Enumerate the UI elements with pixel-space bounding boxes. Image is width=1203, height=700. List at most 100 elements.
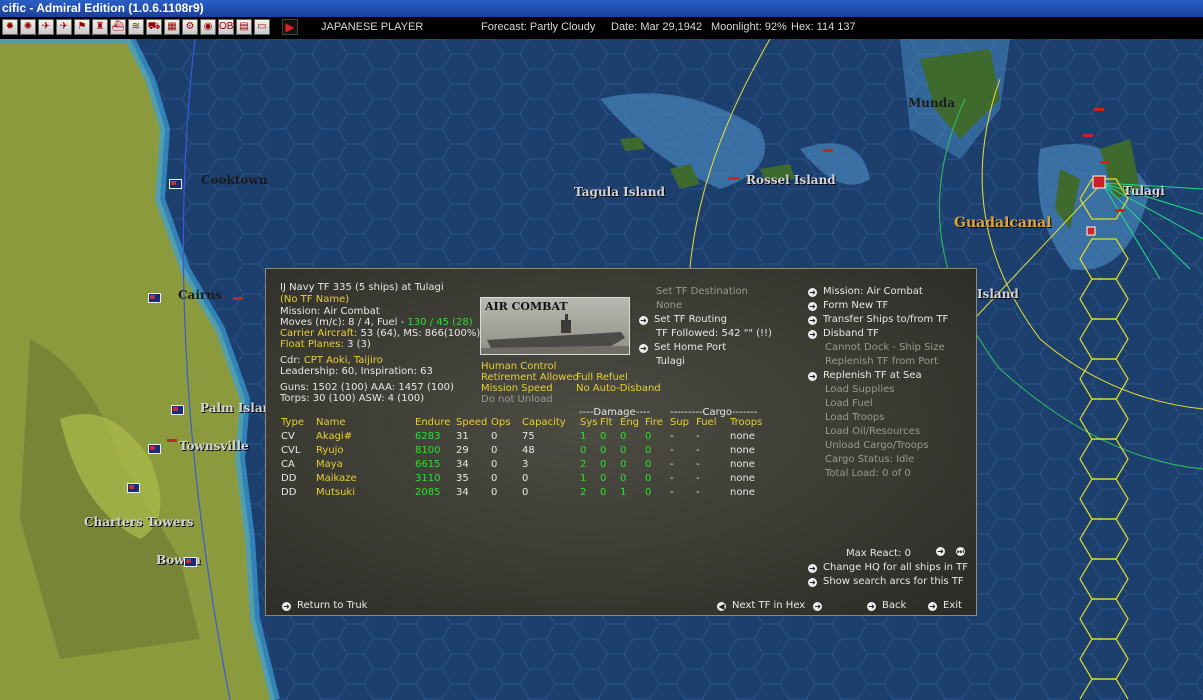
table-cell-eng: 0 xyxy=(620,459,627,470)
column-header: Ops xyxy=(491,417,511,428)
table-cell-name[interactable]: Mutsuki xyxy=(316,486,355,499)
return-label: Return to Truk xyxy=(297,600,368,611)
sub-icon[interactable]: ≋ xyxy=(128,19,144,35)
action-label: Total Load: 0 of 0 xyxy=(825,468,911,479)
table-cell-name[interactable]: Ryujo xyxy=(316,444,344,457)
table-cell-troops: none xyxy=(730,487,755,498)
table-cell-sup: - xyxy=(670,487,674,498)
gear-icon[interactable]: ⚙ xyxy=(182,19,198,35)
chart-icon[interactable]: ▤ xyxy=(236,19,252,35)
tf-followed: TF Followed: 542 "" (!!) xyxy=(656,328,772,339)
action-item[interactable]: ➜ Disband TF xyxy=(808,327,879,340)
map-label-cairns: Cairns xyxy=(178,288,222,302)
arrow-right-icon: ➜ xyxy=(639,344,648,353)
table-cell-name[interactable]: Maikaze xyxy=(316,472,357,485)
base-flag-icon[interactable] xyxy=(127,483,140,493)
orders-icon[interactable]: OB xyxy=(218,19,234,35)
play-turn-icon[interactable]: ▶ xyxy=(282,19,298,35)
map-label-tulagi: Tulagi xyxy=(1123,184,1165,198)
set-routing-button[interactable]: ➜ Set TF Routing xyxy=(639,313,727,326)
table-cell-fuel: - xyxy=(696,445,700,456)
table-cell-name[interactable]: Maya xyxy=(316,458,343,471)
table-cell-endure: 3110 xyxy=(415,473,441,484)
table-cell-ops: 0 xyxy=(491,431,498,442)
base-flag-icon[interactable] xyxy=(184,557,197,567)
window-title: cific - Admiral Edition (1.0.6.1108r9) xyxy=(0,0,1203,17)
column-header: Fire xyxy=(645,417,663,428)
column-header: Speed xyxy=(456,417,488,428)
globe-icon[interactable]: ◉ xyxy=(200,19,216,35)
ground-icon[interactable]: ⚑ xyxy=(74,19,90,35)
action-item: Load Supplies xyxy=(825,383,894,396)
arrow-right-icon[interactable]: ➜ xyxy=(936,547,945,556)
table-cell-eng: 0 xyxy=(620,445,627,456)
action-item[interactable]: ➜ Form New TF xyxy=(808,299,888,312)
table-cell-sys: 1 xyxy=(580,473,587,484)
table-cell-eng: 0 xyxy=(620,473,627,484)
fast-forward-icon[interactable]: ⏭ xyxy=(956,547,965,556)
back-label: Back xyxy=(882,600,907,611)
table-cell-type: DD xyxy=(281,487,297,498)
show-search-arcs-button[interactable]: ➜ Show search arcs for this TF xyxy=(808,575,964,588)
tf-leadership: Leadership: 60, Inspiration: 63 xyxy=(280,366,433,377)
back-button[interactable]: ➜ Back xyxy=(867,599,906,612)
arrow-right-icon: ➜ xyxy=(808,372,817,381)
arrow-right-icon: ➜ xyxy=(808,578,817,587)
action-label: Form New TF xyxy=(823,300,889,311)
do-not-unload-label[interactable]: Do not Unload xyxy=(481,393,553,406)
action-item[interactable]: ➜ Transfer Ships to/from TF xyxy=(808,313,948,326)
sun-icon[interactable]: ✺ xyxy=(20,19,36,35)
convoy-icon[interactable]: ⛟ xyxy=(146,19,162,35)
table-cell-troops: none xyxy=(730,445,755,456)
no-auto-disband-label[interactable]: No Auto-Disband xyxy=(576,382,661,395)
column-header: Name xyxy=(316,417,346,428)
table-cell-sup: - xyxy=(670,473,674,484)
base-flag-icon[interactable] xyxy=(148,444,161,454)
next-tf-label: Next TF in Hex xyxy=(732,600,806,611)
action-item: Load Troops xyxy=(825,411,885,424)
unit-icon[interactable]: ♜ xyxy=(92,19,108,35)
table-cell-capacity: 3 xyxy=(522,459,529,470)
carrier-image-icon xyxy=(481,314,629,354)
table-cell-capacity: 0 xyxy=(522,487,529,498)
action-label: Load Troops xyxy=(825,412,885,423)
arrow-right-icon: ➜ xyxy=(808,564,817,573)
exit-button[interactable]: ➜ Exit xyxy=(928,599,962,612)
table-cell-flt: 0 xyxy=(600,445,607,456)
table-cell-sys: 0 xyxy=(580,445,587,456)
return-button[interactable]: ➜ Return to Truk xyxy=(282,599,367,612)
mission-photo: AIR COMBAT xyxy=(480,297,630,355)
action-label: Load Supplies xyxy=(825,384,895,395)
base-icon[interactable]: ▦ xyxy=(164,19,180,35)
table-cell-speed: 34 xyxy=(456,487,469,498)
destination-value: None xyxy=(656,300,683,311)
set-destination-label: Set TF Destination xyxy=(656,286,749,297)
table-cell-ops: 0 xyxy=(491,445,498,456)
table-cell-name[interactable]: Akagi# xyxy=(316,430,352,443)
window-icon[interactable]: ▭ xyxy=(254,19,270,35)
next-tf-button[interactable]: ◀ Next TF in Hex ➜ xyxy=(717,599,828,612)
carrier-aircraft-value: 53 (64), MS: 866(100%) xyxy=(357,328,481,339)
table-cell-sup: - xyxy=(670,445,674,456)
date-label: Date: Mar 29,1942 xyxy=(611,21,703,33)
action-label: Cannot Dock - Ship Size xyxy=(825,342,945,353)
action-item[interactable]: ➜ Mission: Air Combat xyxy=(808,285,923,298)
action-label: Mission: Air Combat xyxy=(823,286,923,297)
jap-flag-icon[interactable]: ✹ xyxy=(2,19,18,35)
base-flag-icon[interactable] xyxy=(171,405,184,415)
plane-icon[interactable]: ✈ xyxy=(56,19,72,35)
action-item: Replenish TF from Port xyxy=(825,355,938,368)
base-flag-icon[interactable] xyxy=(148,293,161,303)
aircraft-icon[interactable]: ✈ xyxy=(38,19,54,35)
action-item[interactable]: ➜ Replenish TF at Sea xyxy=(808,369,922,382)
change-hq-button[interactable]: ➜ Change HQ for all ships in TF xyxy=(808,561,968,574)
hex-label: Hex: 114 137 xyxy=(791,21,856,33)
base-flag-icon[interactable] xyxy=(169,179,182,189)
column-header: Endure xyxy=(415,417,451,428)
ship-icon[interactable]: ⛴ xyxy=(110,19,126,35)
home-port-value: Tulagi xyxy=(656,356,685,367)
column-header: Capacity xyxy=(522,417,566,428)
map-label-munda: Munda xyxy=(908,96,955,110)
column-header: Sys xyxy=(580,417,598,428)
set-home-port-button[interactable]: ➜ Set Home Port xyxy=(639,341,726,354)
